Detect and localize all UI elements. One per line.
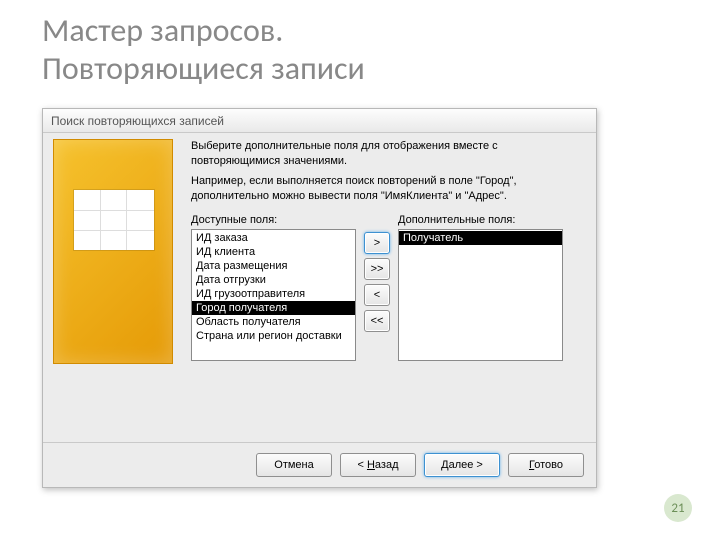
list-item[interactable]: Дата отгрузки	[192, 273, 355, 287]
next-button[interactable]: Далее >	[424, 453, 500, 477]
additional-fields-label: Дополнительные поля:	[398, 214, 563, 226]
add-all-fields-button[interactable]: >>	[364, 258, 390, 280]
dialog-body: Выберите дополнительные поля для отображ…	[43, 133, 596, 487]
slide-page-number-badge: 21	[664, 494, 692, 522]
duplicate-records-wizard-dialog: Поиск повторяющихся записей Выберите доп…	[42, 108, 597, 488]
list-item[interactable]: Дата размещения	[192, 259, 355, 273]
remove-all-fields-button[interactable]: <<	[364, 310, 390, 332]
instruction-line-2: Например, если выполняется поиск повторе…	[191, 174, 586, 204]
finish-button[interactable]: Готово	[508, 453, 584, 477]
available-fields-listbox[interactable]: ИД заказаИД клиентаДата размещенияДата о…	[191, 229, 356, 361]
dialog-footer: Отмена < Назад Далее > Готово	[43, 442, 596, 487]
additional-fields-group: Дополнительные поля: Получатель	[398, 214, 563, 361]
wizard-illustration	[53, 139, 173, 364]
slide-title-line1: Мастер запросов.	[42, 11, 283, 50]
list-item[interactable]: Получатель	[399, 231, 562, 245]
list-item[interactable]: ИД грузоотправителя	[192, 287, 355, 301]
wizard-illustration-table-icon	[74, 190, 154, 250]
dialog-titlebar: Поиск повторяющихся записей	[43, 109, 596, 133]
cancel-button[interactable]: Отмена	[256, 453, 332, 477]
list-item[interactable]: Город получателя	[192, 301, 355, 315]
list-item[interactable]: ИД заказа	[192, 231, 355, 245]
instruction-line-1: Выберите дополнительные поля для отображ…	[191, 139, 586, 169]
slide-title: Мастер запросов. Повторяющиеся записи	[42, 12, 365, 88]
add-field-button[interactable]: >	[364, 232, 390, 254]
field-picker: Доступные поля: ИД заказаИД клиентаДата …	[191, 214, 586, 361]
mover-buttons: > >> < <<	[364, 214, 390, 361]
available-fields-group: Доступные поля: ИД заказаИД клиентаДата …	[191, 214, 356, 361]
remove-field-button[interactable]: <	[364, 284, 390, 306]
list-item[interactable]: Область получателя	[192, 315, 355, 329]
list-item[interactable]: Страна или регион доставки	[192, 329, 355, 343]
available-fields-label: Доступные поля:	[191, 214, 356, 226]
wizard-instructions: Выберите дополнительные поля для отображ…	[191, 139, 586, 208]
list-item[interactable]: ИД клиента	[192, 245, 355, 259]
back-button[interactable]: < Назад	[340, 453, 416, 477]
dialog-content: Выберите дополнительные поля для отображ…	[43, 133, 596, 442]
slide-title-line2: Повторяющиеся записи	[42, 49, 365, 88]
wizard-right-pane: Выберите дополнительные поля для отображ…	[191, 139, 586, 434]
additional-fields-listbox[interactable]: Получатель	[398, 229, 563, 361]
